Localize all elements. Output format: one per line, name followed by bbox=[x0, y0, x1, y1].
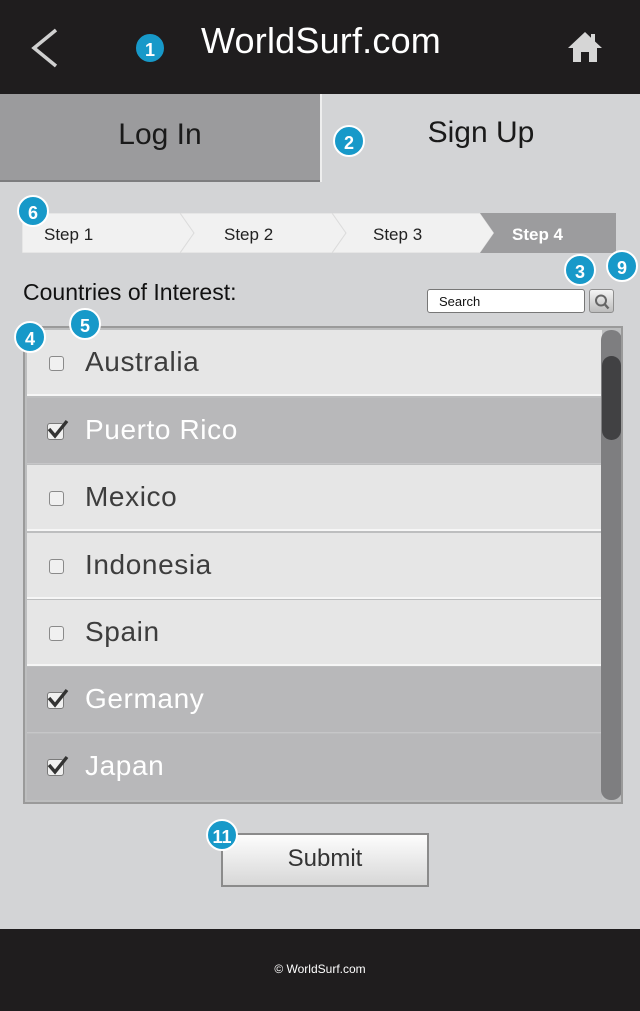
annotation-marker: 9 bbox=[606, 250, 638, 282]
search-button[interactable] bbox=[589, 289, 614, 313]
step-2-label: Step 2 bbox=[224, 225, 274, 244]
annotation-marker: 5 bbox=[69, 308, 101, 340]
step-2[interactable]: Step 2 bbox=[224, 213, 273, 253]
checkbox[interactable] bbox=[49, 356, 64, 371]
checkbox[interactable] bbox=[49, 491, 64, 506]
country-name: Puerto Rico bbox=[85, 414, 238, 445]
country-name: Mexico bbox=[85, 481, 178, 512]
checkmark-icon bbox=[47, 688, 69, 708]
annotation-marker: 6 bbox=[17, 195, 49, 227]
country-list[interactable]: Australia Puerto Rico Mexico Indonesia S… bbox=[23, 326, 623, 804]
checkbox[interactable] bbox=[49, 626, 64, 641]
annotation-marker: 1 bbox=[134, 32, 166, 64]
countries-label: Countries of Interest: bbox=[23, 279, 237, 305]
tab-log-in[interactable]: Log In bbox=[0, 94, 320, 182]
step-1[interactable]: Step 1 bbox=[44, 213, 93, 253]
country-item-mexico[interactable]: Mexico bbox=[27, 465, 602, 531]
app-title: WorldSurf.com bbox=[201, 20, 441, 61]
country-name: Australia bbox=[85, 346, 200, 377]
step-3[interactable]: Step 3 bbox=[373, 213, 422, 253]
annotation-marker: 3 bbox=[564, 254, 596, 286]
scrollbar-thumb[interactable] bbox=[602, 356, 621, 440]
country-item-indonesia[interactable]: Indonesia bbox=[27, 533, 602, 599]
step-4-label: Step 4 bbox=[512, 225, 564, 244]
country-name: Spain bbox=[85, 616, 160, 647]
step-3-label: Step 3 bbox=[373, 225, 423, 244]
home-icon[interactable] bbox=[566, 30, 604, 64]
footer: © WorldSurf.com bbox=[0, 929, 640, 1011]
search-icon bbox=[595, 294, 610, 310]
country-item-puerto-rico[interactable]: Puerto Rico bbox=[27, 398, 602, 464]
annotation-marker: 11 bbox=[206, 819, 238, 851]
country-item-japan[interactable]: Japan bbox=[27, 734, 602, 800]
country-name: Japan bbox=[85, 750, 165, 781]
step-1-label: Step 1 bbox=[44, 225, 94, 244]
country-item-australia[interactable]: Australia bbox=[27, 330, 602, 396]
annotation-marker: 2 bbox=[333, 125, 365, 157]
country-item-spain[interactable]: Spain bbox=[27, 600, 602, 666]
search-input[interactable] bbox=[427, 289, 585, 313]
step-progress: Step 1 Step 2 Step 3 Step 4 bbox=[22, 213, 616, 253]
app-header: WorldSurf.com bbox=[0, 0, 640, 94]
submit-button[interactable]: Submit bbox=[221, 833, 429, 887]
country-name: Indonesia bbox=[85, 549, 212, 580]
annotation-marker: 4 bbox=[14, 321, 46, 353]
checkbox[interactable] bbox=[49, 559, 64, 574]
checkmark-icon bbox=[47, 419, 69, 439]
step-4[interactable]: Step 4 bbox=[512, 213, 563, 253]
tab-sign-up[interactable]: Sign Up bbox=[320, 94, 640, 182]
copyright-text: © WorldSurf.com bbox=[274, 962, 366, 976]
country-item-germany[interactable]: Germany bbox=[27, 667, 602, 733]
country-name: Germany bbox=[85, 683, 205, 714]
checkmark-icon bbox=[47, 755, 69, 775]
